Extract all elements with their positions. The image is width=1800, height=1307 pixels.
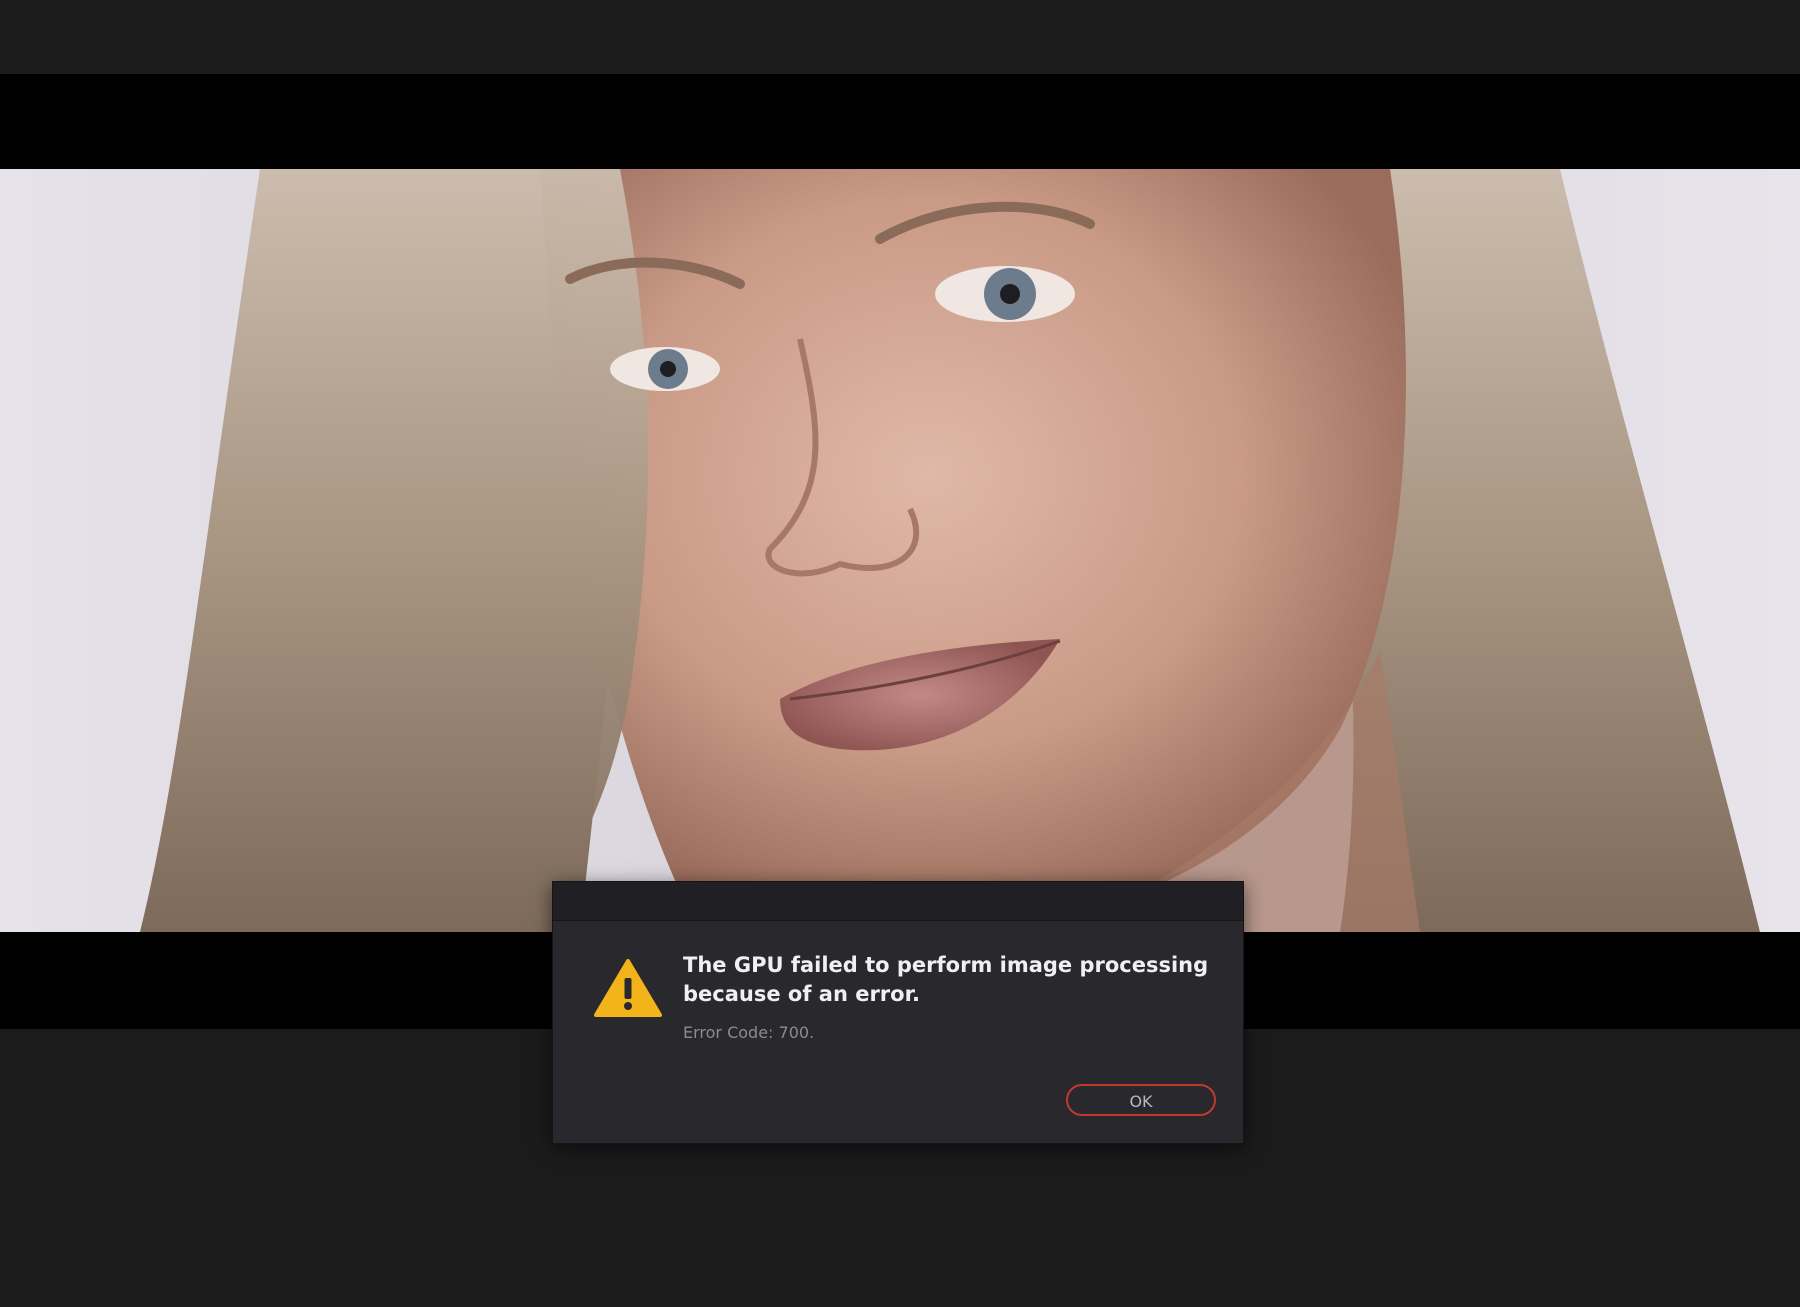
error-message-line-2: because of an error. [683, 982, 920, 1006]
video-frame [0, 169, 1800, 932]
error-message-line-1: The GPU failed to perform image processi… [683, 953, 1209, 977]
warning-icon [594, 959, 662, 1017]
error-message: The GPU failed to perform image processi… [683, 951, 1209, 1009]
error-dialog: The GPU failed to perform image processi… [552, 881, 1244, 1144]
app-window: The GPU failed to perform image processi… [0, 0, 1800, 1307]
error-code: Error Code: 700. [683, 1023, 815, 1042]
dialog-titlebar[interactable] [553, 882, 1243, 921]
portrait-image [0, 169, 1800, 932]
ok-button[interactable]: OK [1066, 1084, 1216, 1116]
